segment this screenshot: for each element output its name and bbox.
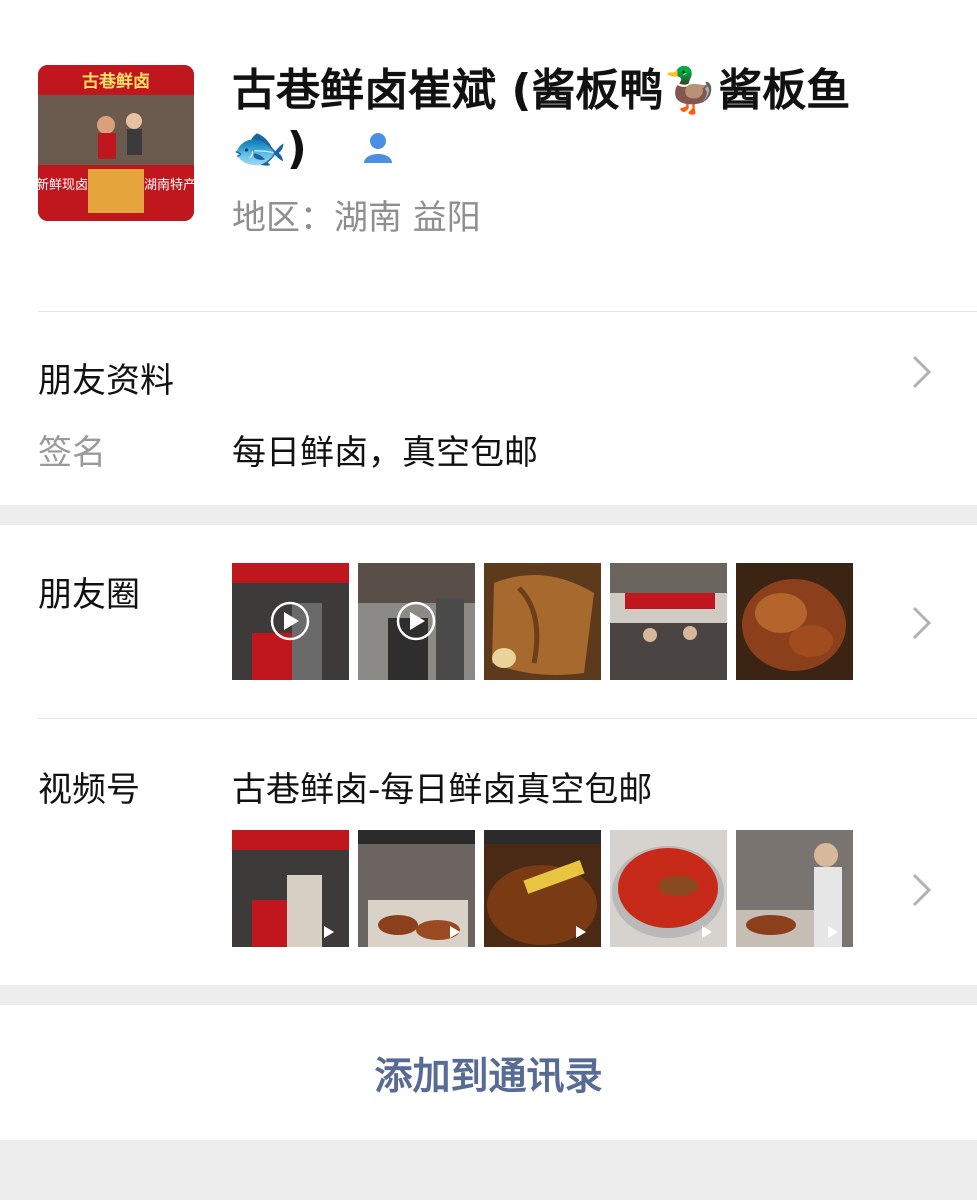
gender-icon: [360, 122, 396, 180]
friend-profile-title[interactable]: 朋友资料: [38, 353, 174, 402]
divider: [38, 311, 977, 312]
chevron-right-icon[interactable]: [909, 870, 935, 910]
channels-title[interactable]: 视频号: [38, 762, 140, 811]
chevron-right-icon[interactable]: [909, 603, 935, 643]
moments-thumb-photo[interactable]: [736, 563, 853, 680]
signature-label: 签名: [38, 433, 106, 473]
action-card: 添加到通讯录: [0, 1005, 977, 1140]
channel-name[interactable]: 古巷鲜卤-每日鲜卤真空包邮: [232, 762, 652, 811]
svg-text:新鲜现卤: 新鲜现卤: [38, 177, 88, 193]
channel-video-thumb[interactable]: [358, 830, 475, 947]
moments-thumb-photo[interactable]: [610, 563, 727, 680]
moments-thumb-photo[interactable]: [484, 563, 601, 680]
signature-value: 每日鲜卤，真空包邮: [232, 433, 538, 473]
channel-video-thumb[interactable]: [232, 830, 349, 947]
divider: [38, 718, 977, 719]
moments-thumb-video[interactable]: [358, 563, 475, 680]
moments-thumb-video[interactable]: [232, 563, 349, 680]
region-text: 地区：湖南 益阳: [232, 198, 481, 238]
profile-name-text: 古巷鲜卤崔斌 (酱板鸭🦆酱板鱼🐟): [232, 65, 851, 174]
svg-text:湖南特产: 湖南特产: [144, 177, 194, 193]
channel-video-thumb[interactable]: [736, 830, 853, 947]
moments-title[interactable]: 朋友圈: [38, 567, 140, 616]
contact-profile-page: 古巷鲜卤 新鲜现卤 湖南特产 古巷鲜卤崔斌 (酱板鸭🦆酱板鱼🐟) 地区：湖南 益…: [0, 0, 977, 1200]
profile-card: 古巷鲜卤 新鲜现卤 湖南特产 古巷鲜卤崔斌 (酱板鸭🦆酱板鱼🐟) 地区：湖南 益…: [0, 0, 977, 505]
channels-thumbnails[interactable]: [232, 830, 853, 947]
svg-text:古巷鲜卤: 古巷鲜卤: [82, 71, 150, 92]
add-to-contacts-button[interactable]: 添加到通讯录: [0, 1005, 977, 1140]
avatar[interactable]: 古巷鲜卤 新鲜现卤 湖南特产: [38, 65, 194, 221]
channel-video-thumb[interactable]: [610, 830, 727, 947]
moments-thumbnails[interactable]: [232, 563, 853, 680]
chevron-right-icon[interactable]: [909, 352, 935, 392]
avatar-image: 古巷鲜卤 新鲜现卤 湖南特产: [38, 65, 194, 221]
profile-name: 古巷鲜卤崔斌 (酱板鸭🦆酱板鱼🐟): [232, 62, 912, 180]
channel-video-thumb[interactable]: [484, 830, 601, 947]
moments-channels-card: 朋友圈 视频号 古巷鲜卤-每日鲜卤真空包邮: [0, 525, 977, 985]
